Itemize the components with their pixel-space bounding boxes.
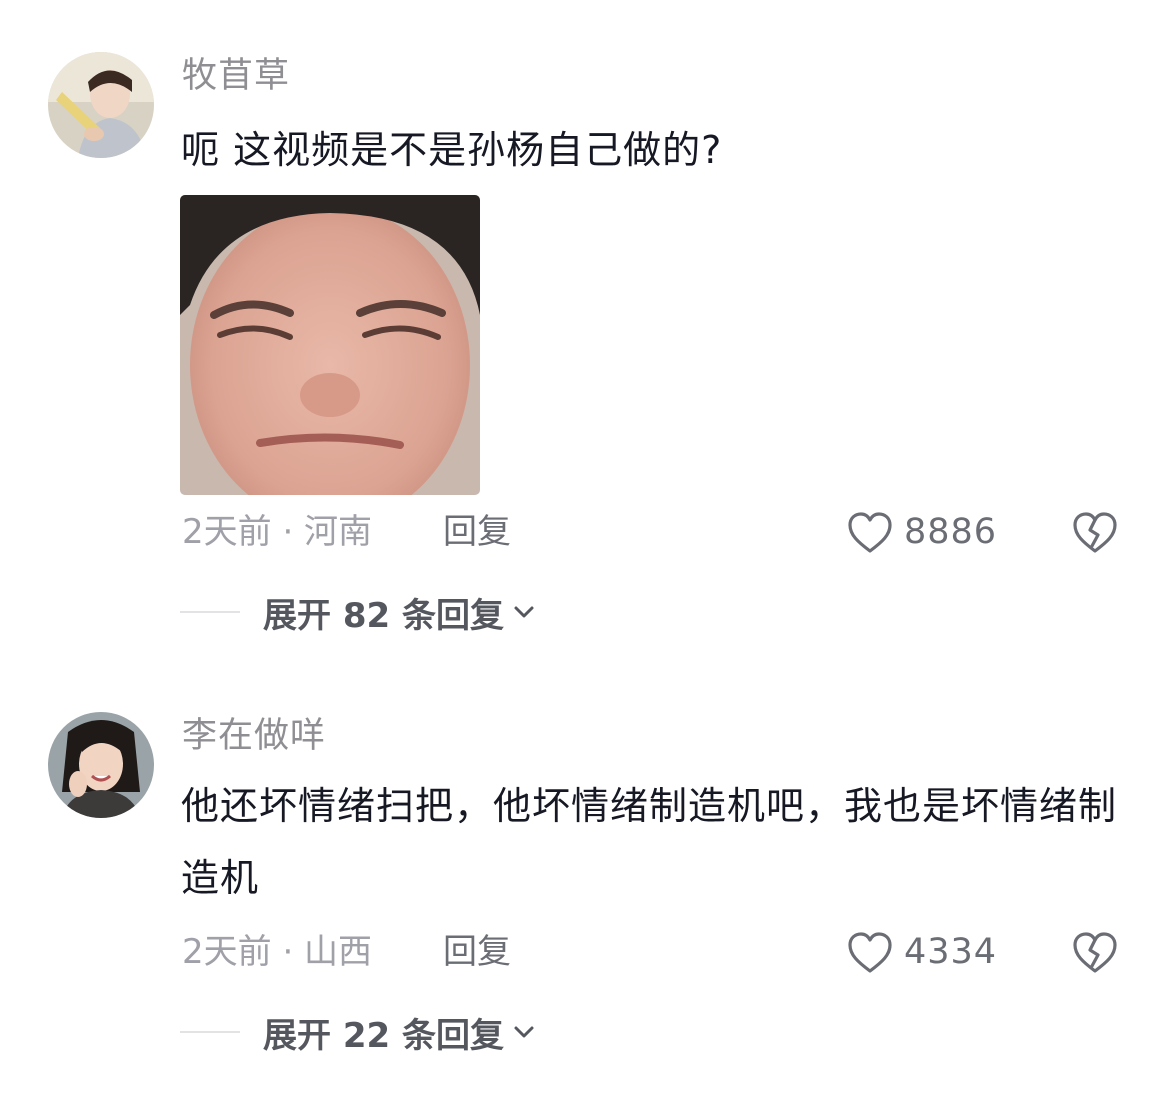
like-button[interactable]: 8886 <box>846 508 997 556</box>
comment-text: 呃 这视频是不是孙杨自己做的? <box>181 128 723 172</box>
divider <box>180 1031 240 1033</box>
like-count: 4334 <box>904 932 998 972</box>
divider <box>180 611 240 613</box>
comment-text: 他还坏情绪扫把，他坏情绪制造机吧，我也是坏情绪制造机 <box>181 784 1118 900</box>
chevron-down-icon <box>514 606 534 618</box>
expand-replies-label: 展开 82 条回复 <box>263 595 504 636</box>
comment-meta: 2天前 · 河南 <box>182 512 373 552</box>
heart-outline-icon <box>848 512 892 553</box>
broken-heart-icon[interactable] <box>1072 930 1118 974</box>
comment-username[interactable]: 李在做咩 <box>182 714 326 758</box>
chevron-down-icon <box>514 1026 534 1038</box>
avatar[interactable] <box>48 52 154 158</box>
comment-username[interactable]: 牧苜草 <box>182 54 290 98</box>
like-count: 8886 <box>904 512 998 552</box>
expand-replies-label: 展开 22 条回复 <box>263 1015 504 1056</box>
reply-button[interactable]: 回复 <box>443 930 511 974</box>
expand-replies-button[interactable]: 展开 22 条回复 <box>263 1010 536 1056</box>
sticker-image[interactable] <box>180 195 480 495</box>
avatar[interactable] <box>48 712 154 818</box>
like-button[interactable]: 4334 <box>846 928 997 976</box>
comment-meta: 2天前 · 山西 <box>182 932 373 972</box>
broken-heart-icon[interactable] <box>1072 510 1118 554</box>
heart-outline-icon <box>848 932 892 973</box>
reply-button[interactable]: 回复 <box>443 510 511 554</box>
expand-replies-button[interactable]: 展开 82 条回复 <box>263 590 536 636</box>
